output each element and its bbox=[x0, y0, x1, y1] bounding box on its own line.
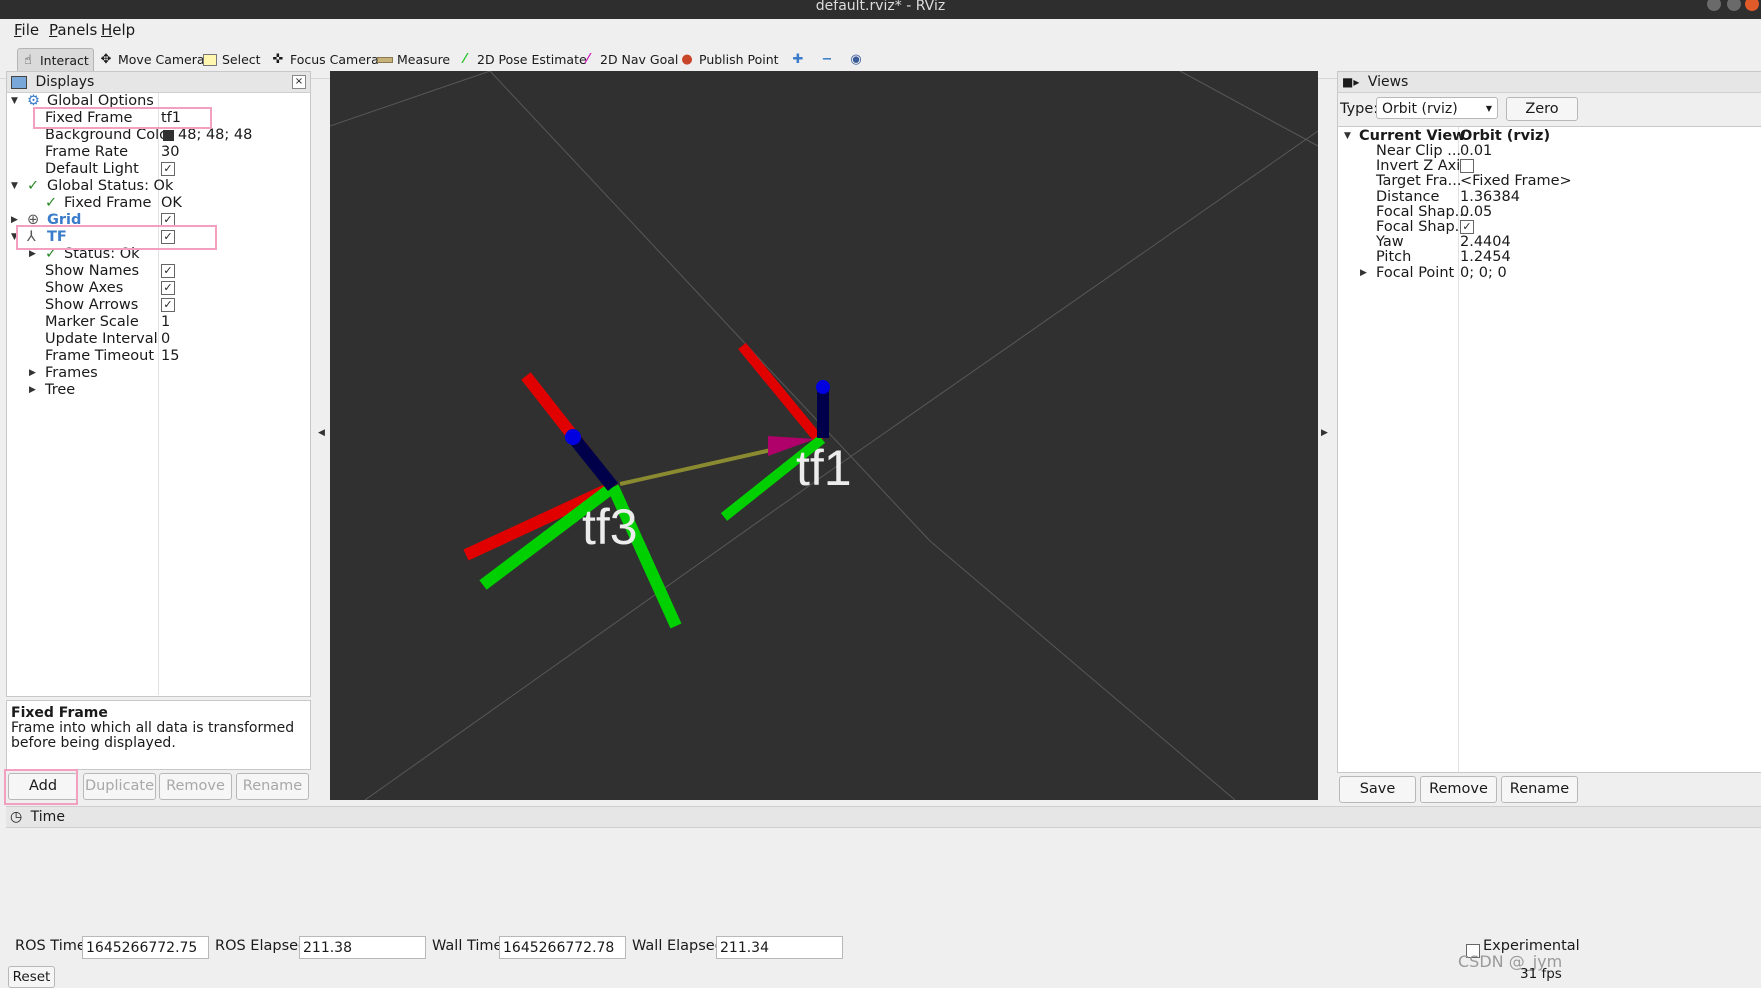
save-view-button[interactable]: Save bbox=[1339, 776, 1416, 803]
collapse-right-icon[interactable]: ▶ bbox=[1321, 428, 1328, 438]
tree-row-tree[interactable]: ▶ Tree bbox=[7, 381, 310, 400]
remove-view-button[interactable]: Remove bbox=[1420, 776, 1497, 803]
ros-elapsed-field[interactable]: 211.38 bbox=[299, 936, 426, 959]
hand-pointer-icon: ☝ bbox=[24, 53, 32, 68]
ros-elapsed-label: ROS Elapsed: bbox=[215, 938, 313, 954]
highlight-tf bbox=[16, 225, 217, 250]
fps-counter: 31 fps bbox=[1520, 966, 1562, 982]
view-prop-value[interactable]: 0; 0; 0 bbox=[1460, 264, 1507, 283]
highlight-fixed-frame bbox=[33, 107, 212, 129]
grid-line bbox=[489, 71, 931, 542]
show-arrows-checkbox[interactable]: ✓ bbox=[161, 298, 175, 312]
default-light-checkbox[interactable]: ✓ bbox=[161, 162, 175, 176]
close-window-icon[interactable] bbox=[1745, 0, 1759, 11]
grid-line bbox=[330, 71, 491, 127]
displays-panel: Displays × ▼ ⚙ Global Options Fixed Fram… bbox=[6, 71, 311, 697]
menu-bar: File Panels Help bbox=[0, 19, 1761, 42]
close-icon[interactable]: × bbox=[292, 75, 306, 89]
ruler-icon bbox=[377, 52, 393, 68]
minus-icon: − bbox=[821, 52, 833, 67]
tf1-frame-label: tf1 bbox=[796, 440, 852, 496]
wall-elapsed-label: Wall Elapsed: bbox=[632, 938, 729, 954]
tf-link-arrow bbox=[619, 446, 781, 486]
rename-display-button[interactable]: Rename bbox=[236, 773, 309, 800]
wall-time-field[interactable]: 1645266772.78 bbox=[499, 936, 626, 959]
add-tool-button[interactable]: ✚ bbox=[788, 48, 810, 72]
highlight-add bbox=[4, 769, 78, 805]
monitor-icon bbox=[11, 75, 27, 89]
scene-svg[interactable]: tf3 tf1 bbox=[330, 71, 1318, 800]
rename-view-button[interactable]: Rename bbox=[1501, 776, 1578, 803]
dropdown-arrow-icon: ▼ bbox=[1485, 104, 1492, 113]
remove-tool-button[interactable]: − bbox=[817, 48, 839, 72]
time-panel-header: ◷ Time bbox=[6, 806, 1761, 828]
duplicate-button[interactable]: Duplicate bbox=[83, 773, 156, 800]
view-prop-checkbox[interactable] bbox=[1460, 159, 1474, 174]
ros-time-label: ROS Time: bbox=[15, 938, 91, 954]
menu-panels[interactable]: Panels bbox=[49, 21, 97, 39]
collapse-left-icon[interactable]: ◀ bbox=[318, 428, 325, 438]
ros-time-field[interactable]: 1645266772.75 bbox=[82, 936, 209, 959]
view-prop-checkbox[interactable]: ✓ bbox=[1460, 220, 1474, 234]
show-axes-checkbox[interactable]: ✓ bbox=[161, 281, 175, 295]
remove-display-button[interactable]: Remove bbox=[159, 773, 232, 800]
publish-point-tool[interactable]: ● Publish Point bbox=[677, 48, 783, 72]
tf1-x-axis-red bbox=[738, 342, 824, 445]
plus-icon: ✚ bbox=[792, 52, 804, 67]
magenta-arrow-icon: ⁄ bbox=[586, 52, 590, 67]
maximize-icon[interactable] bbox=[1727, 0, 1741, 11]
wall-elapsed-field[interactable]: 211.34 bbox=[716, 936, 843, 959]
collapse-arrow-icon[interactable]: ▶ bbox=[29, 381, 36, 400]
move-camera-tool[interactable]: ✥ Move Camera bbox=[96, 48, 209, 72]
green-arrow-icon: ⁄ bbox=[463, 52, 467, 67]
nav-goal-tool[interactable]: ⁄ 2D Nav Goal bbox=[578, 48, 682, 72]
grid-line bbox=[1179, 71, 1318, 147]
grid-line bbox=[929, 540, 1236, 800]
property-description: Fixed Frame Frame into which all data is… bbox=[6, 700, 311, 770]
views-panel-header: ■▸ Views bbox=[1338, 72, 1761, 93]
collapse-arrow-icon[interactable]: ▶ bbox=[1360, 264, 1367, 283]
render-viewport[interactable]: tf3 tf1 bbox=[330, 71, 1318, 800]
views-panel: ■▸ Views Type: Orbit (rviz) ▼ Zero ▼ Cur… bbox=[1337, 71, 1761, 773]
tool-properties-button[interactable]: ◉ bbox=[846, 48, 868, 72]
tf3-z-axis-blue bbox=[567, 432, 619, 492]
reset-button[interactable]: Reset bbox=[8, 966, 55, 988]
window-title: default.rviz* - RViz bbox=[815, 0, 946, 14]
clock-icon: ◷ bbox=[10, 809, 23, 825]
view-prop-label: Focal Point bbox=[1376, 264, 1455, 281]
displays-panel-header: Displays × bbox=[7, 72, 310, 93]
select-tool[interactable]: Select bbox=[200, 48, 265, 72]
show-names-checkbox[interactable]: ✓ bbox=[161, 264, 175, 278]
view-prop-row[interactable]: ▶ Focal Point 0; 0; 0 bbox=[1338, 264, 1761, 283]
crosshair-icon: ✜ bbox=[272, 52, 284, 67]
views-type-bar: Type: Orbit (rviz) ▼ Zero bbox=[1338, 93, 1761, 127]
pose-estimate-tool[interactable]: ⁄ 2D Pose Estimate bbox=[455, 48, 591, 72]
grid-line bbox=[829, 130, 1318, 472]
select-box-icon bbox=[202, 52, 218, 68]
views-tree: ▼ Current View Orbit (rviz) Near Clip ..… bbox=[1338, 126, 1761, 772]
camera-icon: ■▸ bbox=[1342, 75, 1360, 89]
view-type-select[interactable]: Orbit (rviz) ▼ bbox=[1376, 97, 1498, 119]
wall-time-label: Wall Time: bbox=[432, 938, 508, 954]
focus-camera-tool[interactable]: ✜ Focus Camera bbox=[268, 48, 383, 72]
window-title-bar: default.rviz* - RViz bbox=[0, 0, 1761, 19]
map-pin-icon: ● bbox=[681, 52, 693, 67]
measure-tool[interactable]: Measure bbox=[375, 48, 454, 72]
menu-help[interactable]: Help bbox=[101, 21, 135, 39]
zero-button[interactable]: Zero bbox=[1506, 97, 1578, 121]
tf3-frame-label: tf3 bbox=[582, 499, 638, 555]
tf1-z-axis-tip bbox=[816, 380, 830, 394]
eye-icon: ◉ bbox=[850, 52, 862, 67]
tf3-z-axis-tip bbox=[565, 429, 581, 445]
minimize-icon[interactable] bbox=[1707, 0, 1721, 11]
move-arrows-icon: ✥ bbox=[100, 52, 112, 67]
menu-file[interactable]: File bbox=[14, 21, 39, 39]
